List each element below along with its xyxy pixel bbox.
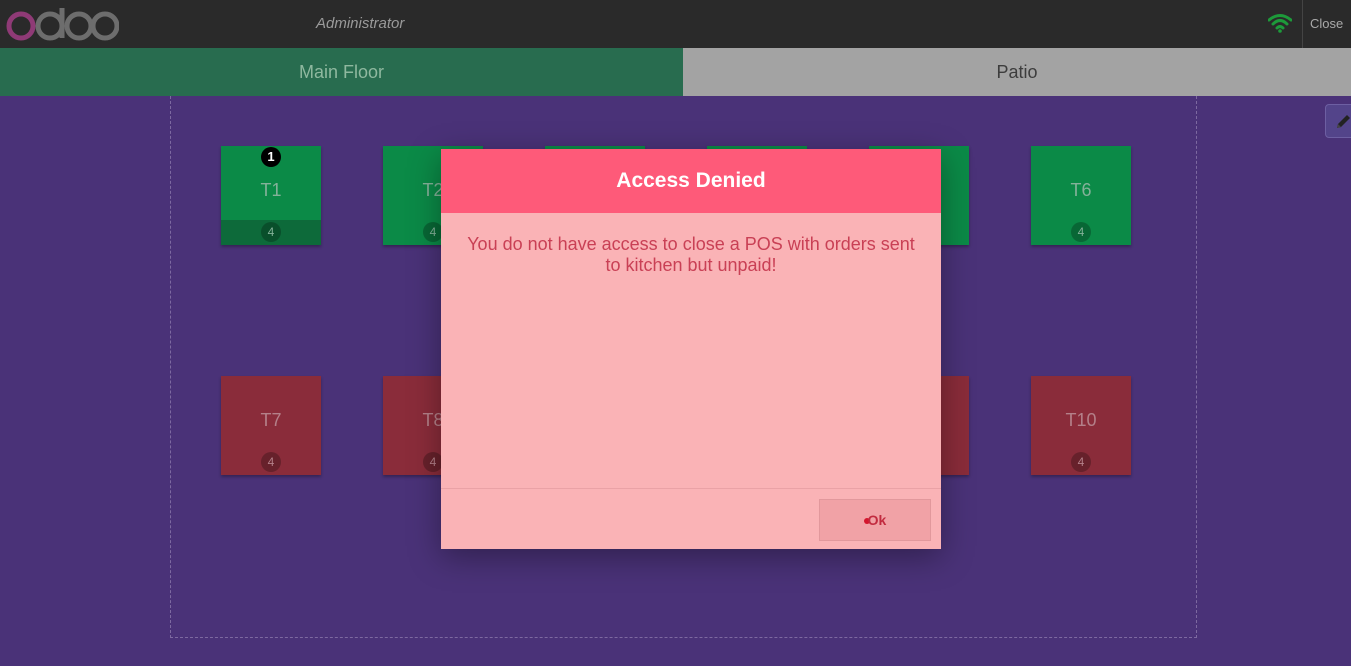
pencil-icon	[1337, 115, 1350, 128]
table-t6[interactable]: T6 4	[1031, 146, 1131, 245]
dialog-message: You do not have access to close a POS wi…	[467, 234, 915, 275]
access-denied-dialog: Access Denied You do not have access to …	[441, 149, 941, 549]
table-t10[interactable]: T10 4	[1031, 376, 1131, 475]
close-button[interactable]: Close	[1310, 0, 1351, 48]
table-t1[interactable]: 1 T1 4	[221, 146, 321, 245]
dialog-title: Access Denied	[441, 149, 941, 213]
table-name: T6	[1070, 180, 1092, 200]
table-name: T7	[260, 410, 282, 430]
table-name: T1	[260, 180, 282, 200]
table-seats: 4	[1071, 222, 1091, 242]
dialog-divider	[441, 488, 941, 489]
edit-floor-button[interactable]	[1325, 104, 1351, 138]
top-header: Administrator Close	[0, 0, 1351, 48]
table-seats: 4	[423, 452, 443, 472]
table-seats: 4	[261, 452, 281, 472]
table-seats: 4	[261, 222, 281, 242]
wifi-icon	[1268, 14, 1292, 33]
order-count-badge: 1	[261, 147, 281, 167]
ok-button[interactable]: Ok	[819, 499, 931, 541]
table-name: T10	[1065, 410, 1097, 430]
header-divider	[1302, 0, 1303, 48]
username: Administrator	[316, 15, 405, 32]
tab-main-floor[interactable]: Main Floor	[0, 48, 683, 96]
ok-button-label: Ok	[867, 512, 887, 528]
table-seats: 4	[1071, 452, 1091, 472]
floor-tabs: Main Floor Patio	[0, 48, 1351, 96]
tab-patio[interactable]: Patio	[683, 48, 1351, 96]
odoo-logo	[6, 8, 119, 41]
table-t7[interactable]: T7 4	[221, 376, 321, 475]
table-seats: 4	[423, 222, 443, 242]
